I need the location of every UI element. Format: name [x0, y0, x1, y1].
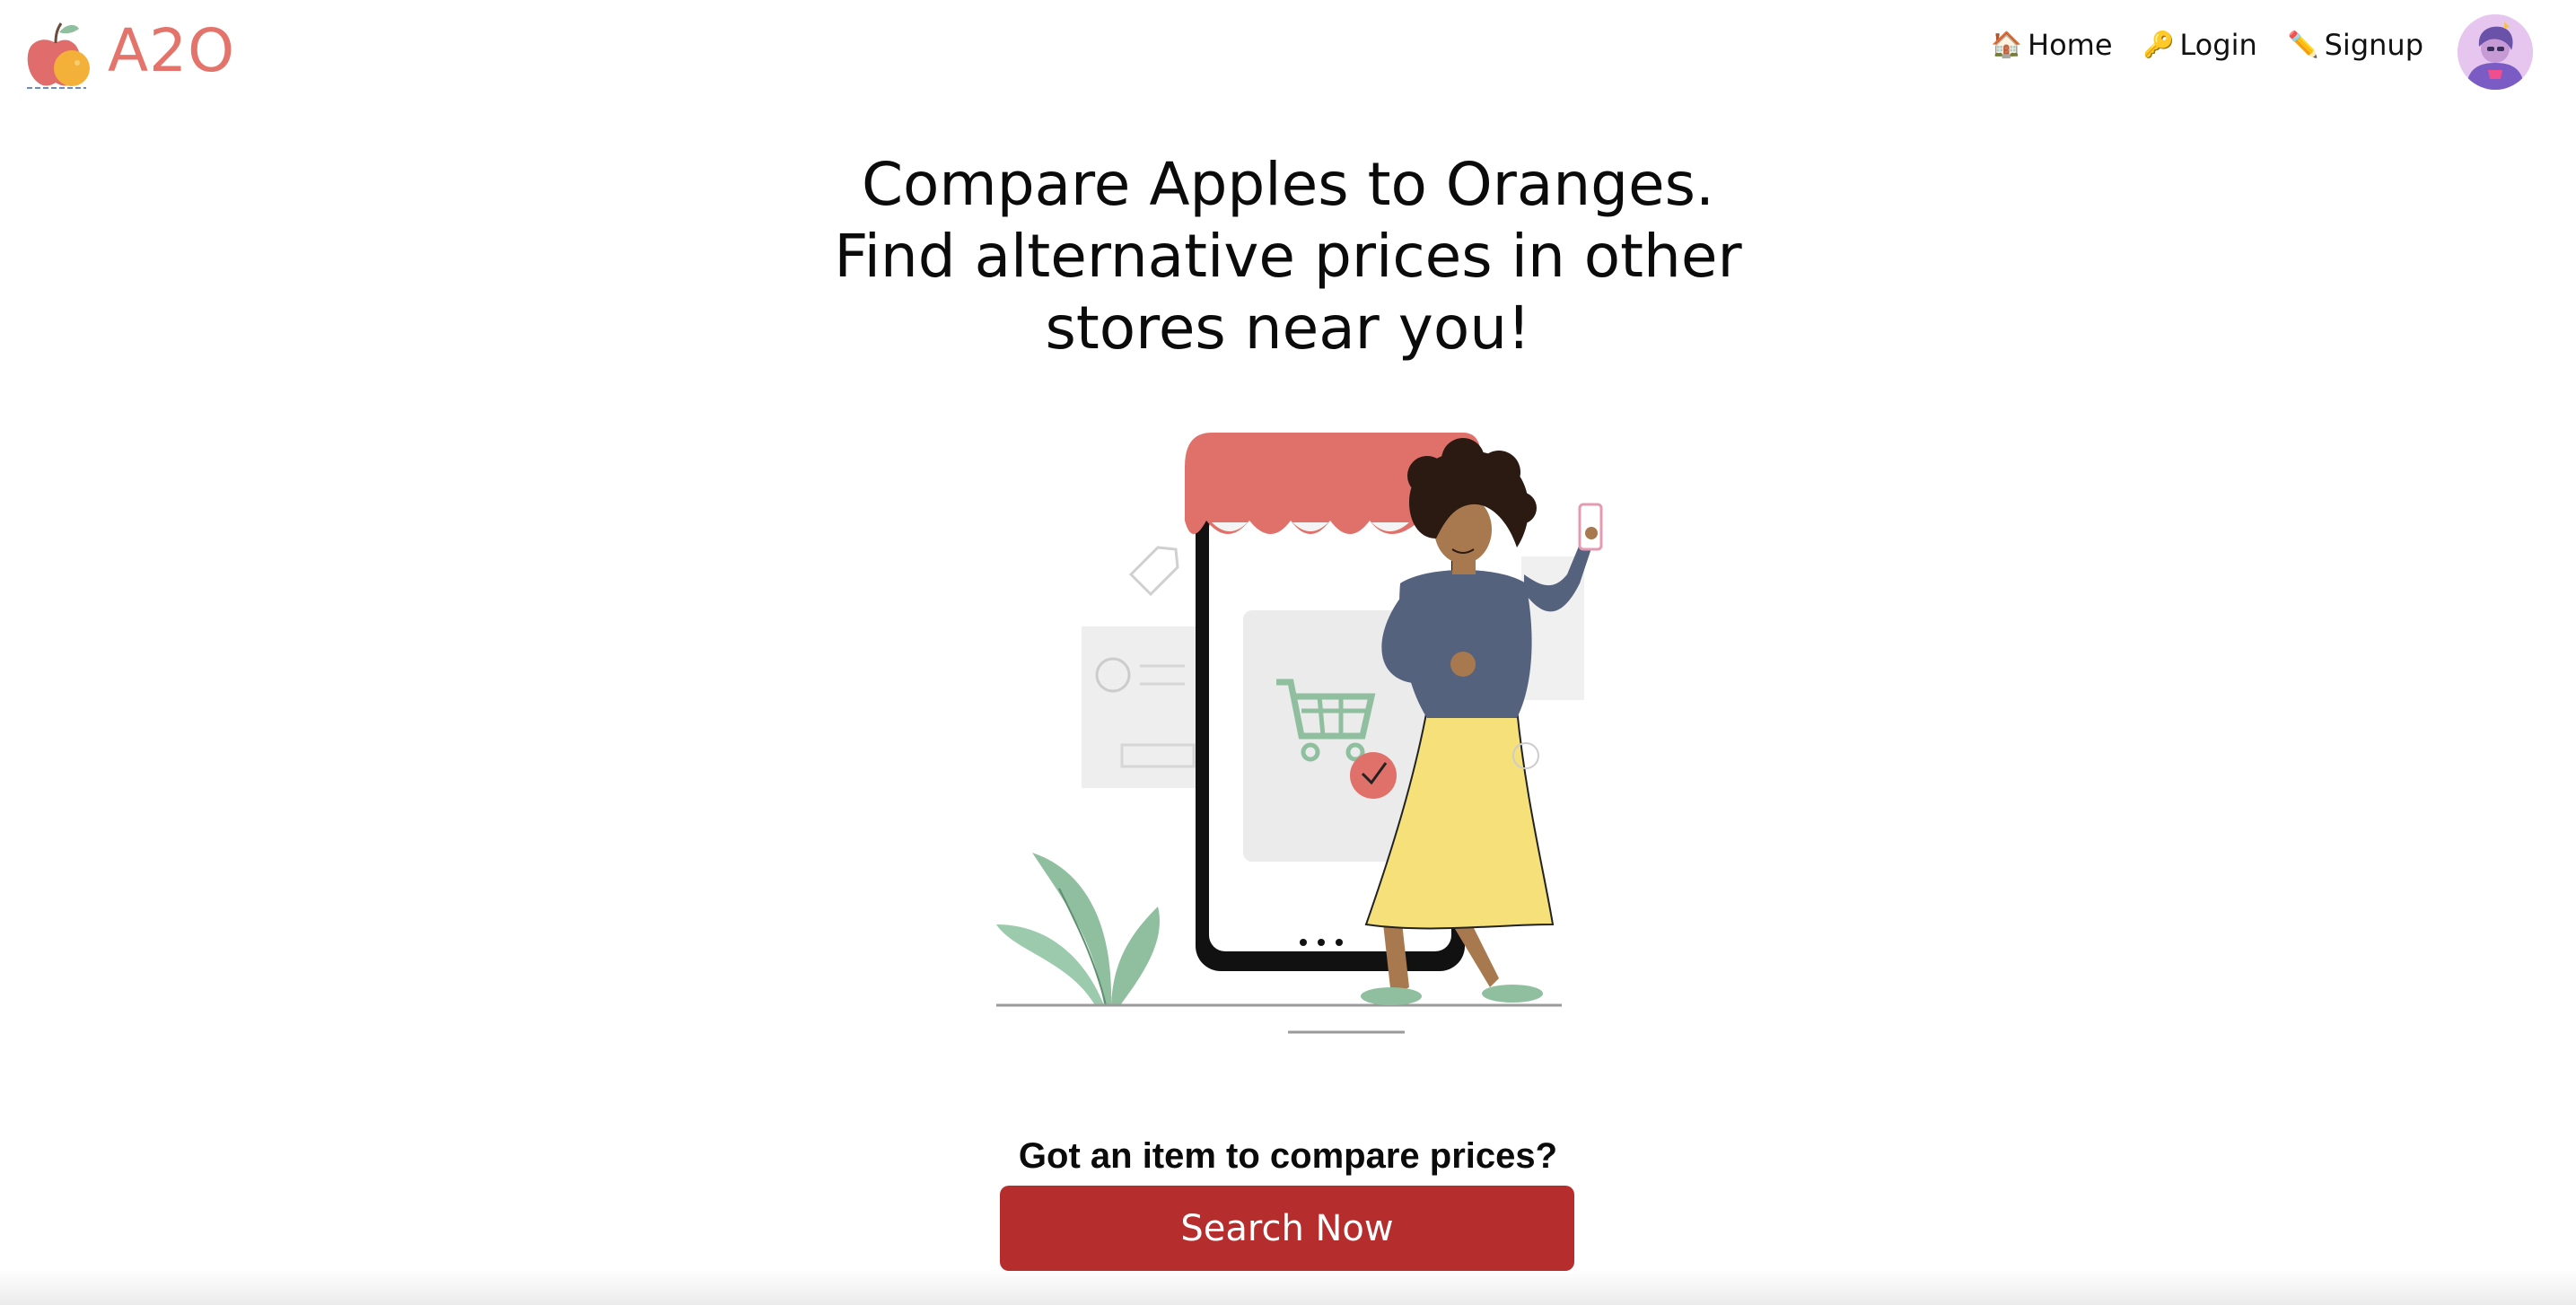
- logo-link[interactable]: A2O: [23, 13, 235, 90]
- nav-login-link[interactable]: 🔑 Login: [2143, 28, 2257, 62]
- headline-line-2: Find alternative prices in other: [834, 222, 1742, 291]
- search-prompt: Got an item to compare prices?: [1018, 1136, 1558, 1176]
- hero-headline: Compare Apples to Oranges. Find alternat…: [0, 149, 2576, 364]
- pencil-icon: ✏️: [2287, 30, 2319, 59]
- apple-orange-logo-icon: [27, 22, 90, 89]
- main-nav: 🏠 Home 🔑 Login ✏️ Signup: [1991, 22, 2423, 68]
- page: A2O 🏠 Home 🔑 Login ✏️ Signup Compare App…: [0, 0, 2576, 1305]
- headline-line-1: Compare Apples to Oranges.: [861, 150, 1715, 219]
- house-icon: 🏠: [1991, 30, 2023, 59]
- nav-login-label: Login: [2179, 28, 2257, 62]
- search-now-button[interactable]: Search Now: [1000, 1186, 1574, 1271]
- user-avatar[interactable]: [2458, 14, 2533, 90]
- logo-text: A2O: [108, 16, 236, 85]
- nav-home-link[interactable]: 🏠 Home: [1991, 28, 2112, 62]
- avatar-icon: [2458, 14, 2533, 90]
- bottom-shadow: [0, 1269, 2576, 1305]
- key-icon: 🔑: [2142, 30, 2175, 59]
- nav-signup-link[interactable]: ✏️ Signup: [2288, 28, 2423, 62]
- headline-line-3: stores near you!: [1045, 293, 1531, 363]
- shopping-illustration-icon: [996, 433, 1603, 1034]
- nav-signup-label: Signup: [2324, 28, 2423, 62]
- nav-home-label: Home: [2028, 28, 2113, 62]
- hero-illustration: [960, 422, 1643, 1041]
